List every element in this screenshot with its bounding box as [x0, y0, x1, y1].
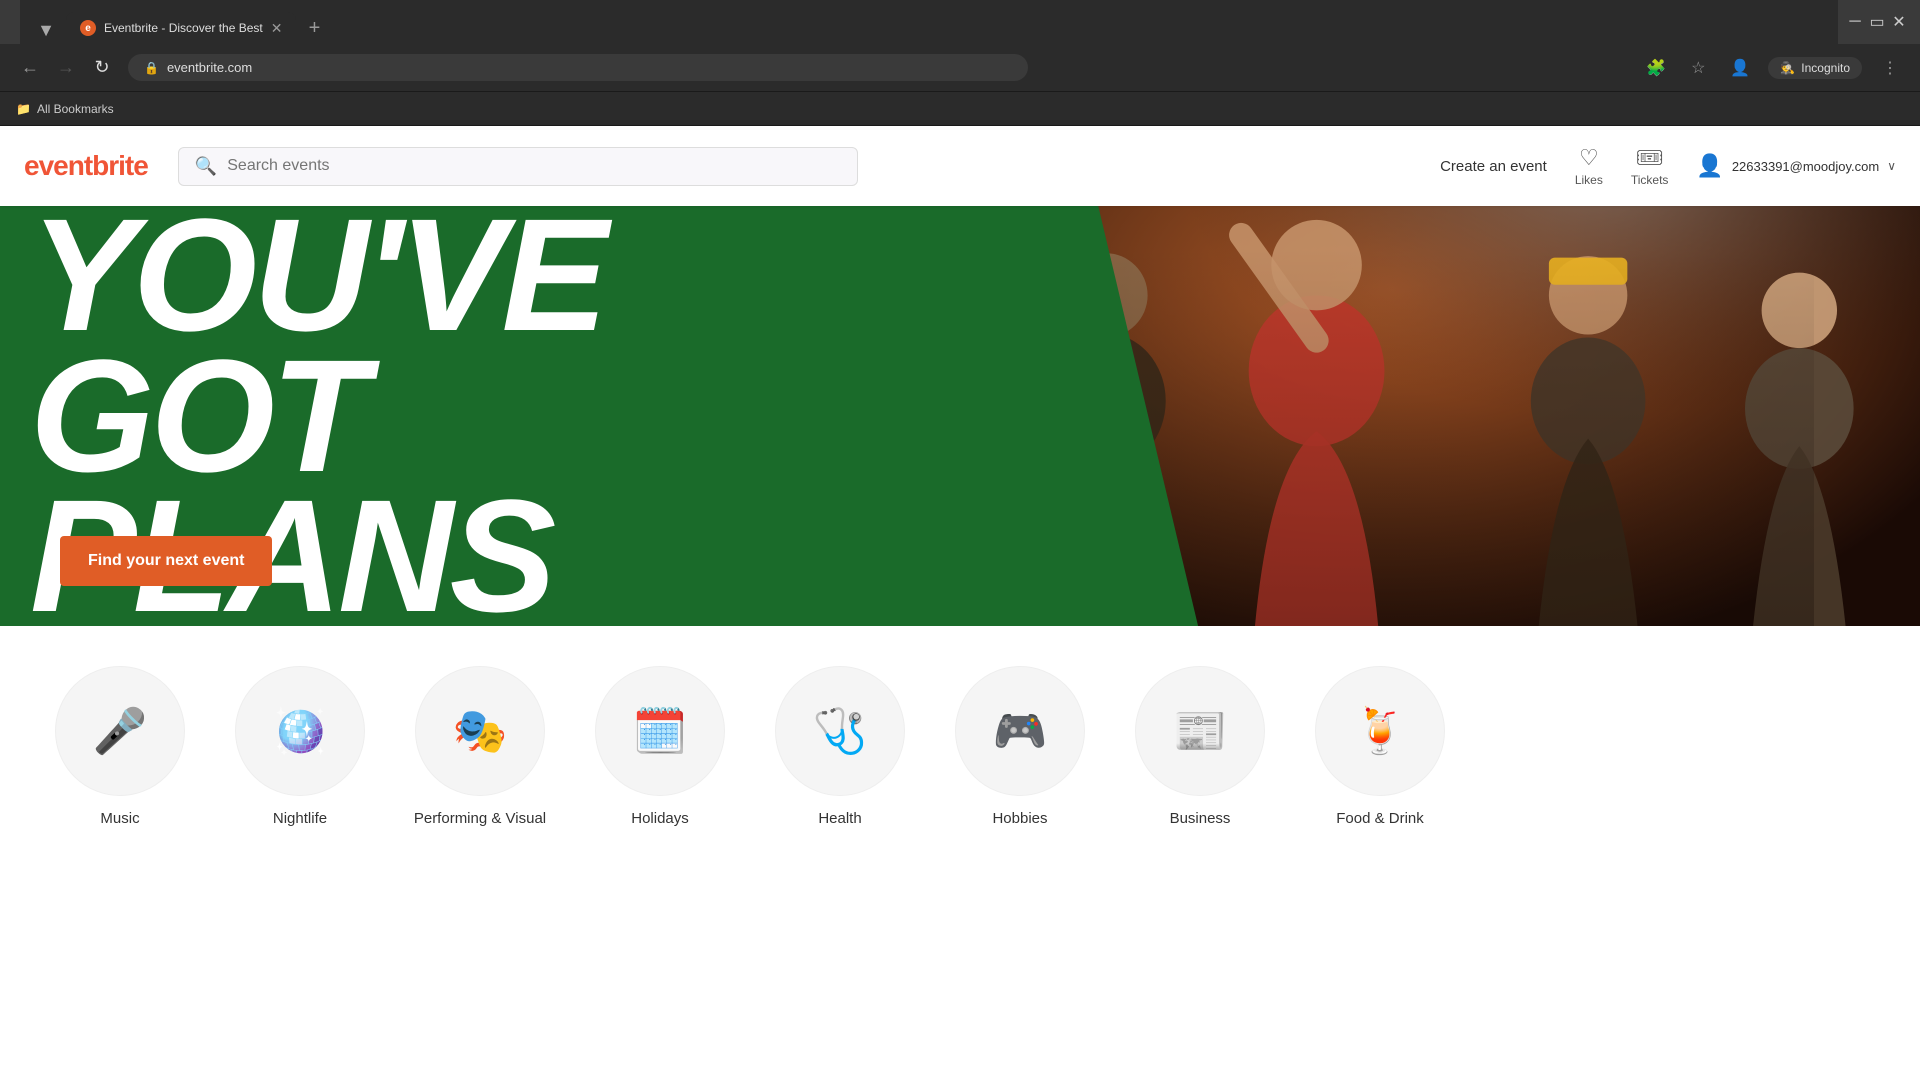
browser-tabs: ▼ e Eventbrite - Discover the Best ✕ + — [20, 0, 1838, 44]
likes-button[interactable]: ♡ Likes — [1575, 145, 1603, 187]
category-label-food-drink: Food & Drink — [1336, 810, 1424, 827]
category-icon-music: 🎤 — [55, 666, 185, 796]
category-label-music: Music — [100, 810, 139, 827]
bookmarks-folder-icon: 📁 — [16, 102, 31, 116]
new-tab-button[interactable]: + — [300, 14, 328, 42]
category-label-nightlife: Nightlife — [273, 810, 327, 827]
tickets-button[interactable]: 🎟 Tickets — [1631, 145, 1669, 187]
logo-text: eventbrite — [24, 150, 148, 182]
bookmarks-bar: 📁 All Bookmarks — [0, 92, 1920, 126]
tickets-label: Tickets — [1631, 173, 1669, 187]
likes-label: Likes — [1575, 173, 1603, 187]
categories-section: 🎤 Music 🪩 Nightlife 🎭 Performing & Visual 🗓️ Ho… — [0, 626, 1920, 847]
category-label-holidays: Holidays — [631, 810, 689, 827]
close-window-button[interactable]: ✕ — [1890, 13, 1908, 31]
lock-icon: 🔒 — [144, 61, 159, 75]
nav-buttons: ← → ↻ — [16, 54, 116, 82]
category-item-nightlife[interactable]: 🪩 Nightlife — [220, 666, 380, 827]
bookmark-button[interactable]: ☆ — [1684, 54, 1712, 82]
incognito-icon: 🕵️ — [1780, 61, 1795, 75]
user-icon: 👤 — [1696, 153, 1723, 179]
minimize-button[interactable]: ─ — [1846, 13, 1864, 31]
browser-chrome: ▼ e Eventbrite - Discover the Best ✕ + ─… — [0, 0, 1920, 126]
url-bar[interactable]: 🔒 eventbrite.com — [128, 54, 1028, 81]
category-item-holidays[interactable]: 🗓️ Holidays — [580, 666, 740, 827]
window-controls-right: ─ ▭ ✕ — [1846, 13, 1908, 31]
browser-titlebar: ▼ e Eventbrite - Discover the Best ✕ + ─… — [0, 0, 1920, 44]
category-icon-health: 🩺 — [775, 666, 905, 796]
hero-section: YOU'VE GOT PLANS Find your next event — [0, 206, 1920, 626]
back-button[interactable]: ← — [16, 54, 44, 82]
category-icon-performing-visual: 🎭 — [415, 666, 545, 796]
hero-title-line2: GOT — [30, 346, 604, 487]
maximize-button[interactable]: ▭ — [1868, 13, 1886, 31]
address-bar: ← → ↻ 🔒 eventbrite.com 🧩 ☆ 👤 🕵️ Incognit… — [0, 44, 1920, 92]
category-item-health[interactable]: 🩺 Health — [760, 666, 920, 827]
bookmarks-label: All Bookmarks — [37, 102, 114, 116]
active-tab[interactable]: e Eventbrite - Discover the Best ✕ — [66, 12, 296, 44]
search-icon: 🔍 — [195, 156, 217, 177]
category-label-business: Business — [1170, 810, 1231, 827]
user-email: 22633391@moodjoy.com — [1732, 159, 1879, 174]
site-header: eventbrite 🔍 Create an event ♡ Likes 🎟 T… — [0, 126, 1920, 206]
hero-title-line1: YOU'VE — [30, 206, 604, 346]
find-event-button[interactable]: Find your next event — [60, 536, 272, 586]
logo[interactable]: eventbrite — [24, 150, 148, 182]
forward-button[interactable]: → — [52, 54, 80, 82]
menu-button[interactable]: ⋮ — [1876, 54, 1904, 82]
tab-title: Eventbrite - Discover the Best — [104, 21, 263, 35]
profile-button[interactable]: 👤 — [1726, 54, 1754, 82]
header-right: Create an event ♡ Likes 🎟 Tickets 👤 2263… — [1440, 145, 1896, 187]
category-item-hobbies[interactable]: 🎮 Hobbies — [940, 666, 1100, 827]
refresh-button[interactable]: ↻ — [88, 54, 116, 82]
extensions-button[interactable]: 🧩 — [1642, 54, 1670, 82]
category-label-performing-visual: Performing & Visual — [414, 810, 546, 827]
all-bookmarks-item[interactable]: 📁 All Bookmarks — [16, 102, 114, 116]
tab-favicon: e — [80, 20, 96, 36]
search-input[interactable] — [227, 157, 841, 175]
incognito-label: Incognito — [1801, 61, 1850, 75]
tab-dropdown-button[interactable]: ▼ — [32, 16, 60, 44]
category-item-performing-visual[interactable]: 🎭 Performing & Visual — [400, 666, 560, 827]
category-label-health: Health — [818, 810, 861, 827]
category-icon-hobbies: 🎮 — [955, 666, 1085, 796]
category-icon-nightlife: 🪩 — [235, 666, 365, 796]
category-item-music[interactable]: 🎤 Music — [40, 666, 200, 827]
tab-close-button[interactable]: ✕ — [271, 20, 283, 37]
browser-actions: 🧩 ☆ 👤 🕵️ Incognito ⋮ — [1642, 54, 1904, 82]
category-item-business[interactable]: 📰 Business — [1120, 666, 1280, 827]
category-icon-holidays: 🗓️ — [595, 666, 725, 796]
incognito-badge: 🕵️ Incognito — [1768, 57, 1862, 79]
likes-icon: ♡ — [1579, 145, 1599, 171]
category-label-hobbies: Hobbies — [992, 810, 1047, 827]
create-event-button[interactable]: Create an event — [1440, 158, 1547, 175]
tickets-icon: 🎟 — [1636, 145, 1664, 171]
user-chevron-icon: ∨ — [1887, 159, 1896, 173]
url-text: eventbrite.com — [167, 60, 1012, 75]
category-icon-food-drink: 🍹 — [1315, 666, 1445, 796]
category-item-food-drink[interactable]: 🍹 Food & Drink — [1300, 666, 1460, 827]
category-icon-business: 📰 — [1135, 666, 1265, 796]
categories-grid: 🎤 Music 🪩 Nightlife 🎭 Performing & Visual 🗓️ Ho… — [40, 666, 1880, 827]
search-bar[interactable]: 🔍 — [178, 147, 858, 186]
user-section[interactable]: 👤 22633391@moodjoy.com ∨ — [1696, 153, 1896, 179]
